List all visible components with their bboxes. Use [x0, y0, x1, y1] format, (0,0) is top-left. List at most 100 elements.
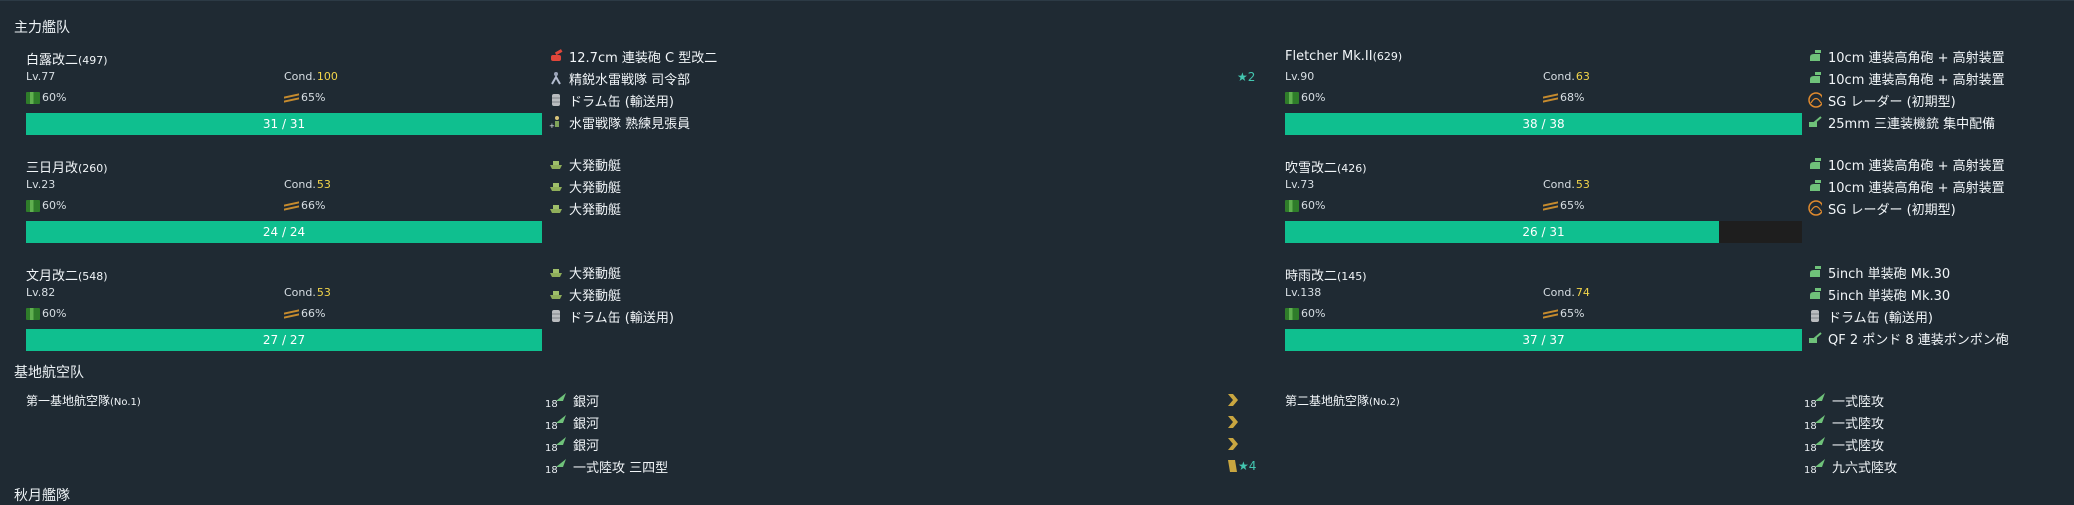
landing-craft-icon: [549, 201, 563, 215]
hp-bar: 24 / 24: [26, 221, 542, 243]
equip-slot[interactable]: QF 2 ポンド 8 連装ポンポン砲: [1808, 328, 2009, 348]
aa-gun-icon: [1808, 179, 1822, 193]
landing-craft-icon: [549, 287, 563, 301]
equip-slot[interactable]: + 水雷戦隊 熟練見張員: [549, 112, 690, 132]
drum-icon: [549, 309, 563, 323]
ship-level: Lv.77: [26, 70, 56, 83]
ship-level: Lv.90: [1285, 70, 1315, 83]
equip-slot[interactable]: 大発動艇: [549, 262, 621, 282]
landing-craft-icon: [549, 157, 563, 171]
ship-ammo: 65%: [284, 91, 325, 104]
equip-slot[interactable]: ドラム缶 (輸送用): [1808, 306, 1933, 326]
gun-red-icon: [549, 49, 563, 63]
aa-gun-icon: [1808, 49, 1822, 63]
air-squadron-label: 第二基地航空隊(No.2): [1285, 394, 1400, 408]
personnel-icon: [549, 71, 563, 85]
ammo-icon: [1543, 201, 1558, 211]
equip-slot[interactable]: 5inch 単装砲 Mk.30: [1808, 284, 1950, 304]
equip-slot[interactable]: SG レーダー (初期型): [1808, 198, 1956, 218]
ship-fuel: 60%: [1285, 199, 1325, 212]
plane-slot[interactable]: 18 一式陸攻: [1804, 390, 1884, 410]
plane-slot[interactable]: 18 一式陸攻 三四型: [545, 456, 668, 476]
hp-bar: 26 / 31: [1285, 221, 1802, 243]
ship-cond: Cond.63: [1543, 70, 1590, 83]
ship-fuel: 60%: [1285, 91, 1325, 104]
drum-icon: [549, 93, 563, 107]
section-title-main-fleet: 主力艦队: [14, 20, 70, 36]
ship-ammo: 68%: [1543, 91, 1584, 104]
landing-craft-icon: [549, 179, 563, 193]
plane-slot[interactable]: 18 一式陸攻: [1804, 412, 1884, 432]
proficiency-chevron-icon: [1228, 416, 1238, 428]
fuel-icon: [26, 199, 40, 212]
plane-icon: 18: [545, 435, 567, 454]
equip-slot[interactable]: 大発動艇: [549, 176, 621, 196]
fuel-icon: [1285, 199, 1299, 212]
equip-slot[interactable]: ドラム缶 (輸送用): [549, 306, 674, 326]
hp-bar: 31 / 31: [26, 113, 542, 135]
ship-cond: Cond.53: [284, 178, 331, 191]
ship-fuel: 60%: [26, 199, 66, 212]
ship-cond: Cond.74: [1543, 286, 1590, 299]
plane-slot[interactable]: 18 銀河: [545, 390, 599, 410]
ship-fuel: 60%: [26, 91, 66, 104]
landing-craft-icon: [549, 265, 563, 279]
equip-slot[interactable]: SG レーダー (初期型): [1808, 90, 1956, 110]
equip-slot[interactable]: 5inch 単装砲 Mk.30: [1808, 262, 1950, 282]
ship-level: Lv.23: [26, 178, 56, 191]
svg-text:+: +: [549, 122, 555, 129]
equip-slot[interactable]: 大発動艇: [549, 154, 621, 174]
equip-slot[interactable]: 10cm 連装高角砲 + 高射装置: [1808, 68, 2005, 88]
lookout-icon: +: [549, 115, 563, 129]
fuel-icon: [26, 307, 40, 320]
ammo-icon: [1543, 93, 1558, 103]
ship-ammo: 65%: [1543, 199, 1584, 212]
ship-name: 吹雪改二(426): [1285, 161, 1367, 176]
hp-bar: 38 / 38: [1285, 113, 1802, 135]
ship-level: Lv.73: [1285, 178, 1315, 191]
plane-slot[interactable]: 18 銀河: [545, 412, 599, 432]
equip-slot[interactable]: 12.7cm 連装砲 C 型改二: [549, 46, 717, 66]
ship-cond: Cond.53: [1543, 178, 1590, 191]
ammo-icon: [284, 309, 299, 319]
plane-icon: 18: [1804, 435, 1826, 454]
ship-level: Lv.82: [26, 286, 56, 299]
plane-slot[interactable]: 18 一式陸攻: [1804, 434, 1884, 454]
drum-icon: [1808, 309, 1822, 323]
plane-icon: 18: [1804, 457, 1826, 476]
radar-icon: [1808, 92, 1822, 108]
hp-bar: 37 / 37: [1285, 329, 1802, 351]
equip-slot[interactable]: 精鋭水雷戦隊 司令部: [549, 68, 690, 88]
ship-ammo: 66%: [284, 199, 325, 212]
ship-fuel: 60%: [26, 307, 66, 320]
ammo-icon: [284, 93, 299, 103]
plane-icon: 18: [545, 391, 567, 410]
machine-gun-icon: [1808, 331, 1822, 345]
ship-cond: Cond.100: [284, 70, 338, 83]
plane-slot[interactable]: 18 九六式陸攻: [1804, 456, 1897, 476]
equip-slot[interactable]: 10cm 連装高角砲 + 高射装置: [1808, 176, 2005, 196]
aa-gun-icon: [1808, 71, 1822, 85]
hp-bar: 27 / 27: [26, 329, 542, 351]
fuel-icon: [26, 91, 40, 104]
equip-slot[interactable]: 10cm 連装高角砲 + 高射装置: [1808, 46, 2005, 66]
ship-ammo: 66%: [284, 307, 325, 320]
ship-cond: Cond.53: [284, 286, 331, 299]
equip-slot[interactable]: 10cm 連装高角砲 + 高射装置: [1808, 154, 2005, 174]
ship-name: 白露改二(497): [26, 53, 108, 68]
ship-name: 文月改二(548): [26, 269, 108, 284]
plane-slot[interactable]: 18 銀河: [545, 434, 599, 454]
equip-slot[interactable]: 25mm 三連装機銃 集中配備: [1808, 112, 1995, 132]
ship-fuel: 60%: [1285, 307, 1325, 320]
fuel-icon: [1285, 91, 1299, 104]
ship-name: 三日月改(260): [26, 161, 108, 176]
equip-slot[interactable]: ドラム缶 (輸送用): [549, 90, 674, 110]
aa-gun-icon: [1808, 287, 1822, 301]
proficiency-chevron-icon: [1228, 438, 1238, 450]
plane-icon: 18: [545, 457, 567, 476]
section-title-air-base: 基地航空队: [14, 365, 84, 381]
improvement-stars: ★2: [1237, 70, 1256, 84]
equip-slot[interactable]: 大発動艇: [549, 284, 621, 304]
plane-icon: 18: [545, 413, 567, 432]
equip-slot[interactable]: 大発動艇: [549, 198, 621, 218]
